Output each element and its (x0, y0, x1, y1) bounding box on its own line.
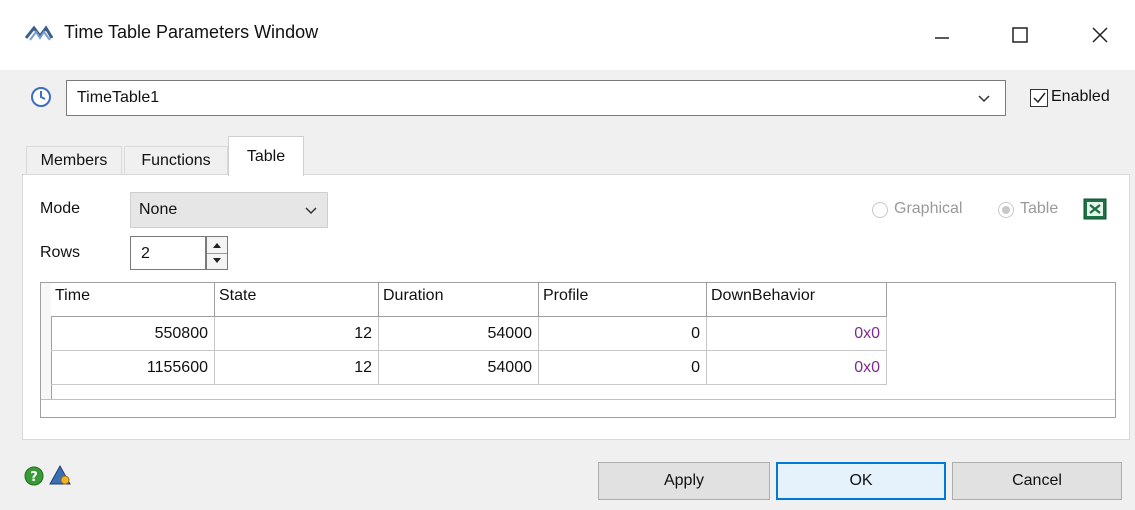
table-cell[interactable]: 0x0 (707, 317, 887, 351)
column-header-profile[interactable]: Profile (539, 283, 707, 317)
column-header-downbehavior[interactable]: DownBehavior (707, 283, 887, 317)
table-cell[interactable]: 12 (215, 317, 379, 351)
clock-icon (31, 87, 51, 107)
mode-select-value: None (139, 201, 178, 218)
graphical-radio-label[interactable]: Graphical (894, 200, 962, 218)
column-header-state[interactable]: State (215, 283, 379, 317)
apply-button[interactable]: Apply (598, 462, 770, 500)
title-bar: Time Table Parameters Window (0, 0, 1135, 70)
tab-members[interactable]: Members (26, 146, 122, 174)
chevron-down-icon (978, 95, 990, 103)
close-button[interactable] (1070, 10, 1130, 60)
triangle-up-icon (213, 243, 221, 248)
radio-selected-dot (1002, 206, 1010, 214)
object-select-value: TimeTable1 (77, 89, 160, 106)
time-table-window: Time Table Parameters Window TimeTable1 … (0, 0, 1135, 510)
stepper-down-button[interactable] (207, 253, 227, 269)
maximize-button[interactable] (990, 10, 1050, 60)
table-cell[interactable]: 0x0 (707, 351, 887, 385)
graphical-radio[interactable] (872, 202, 888, 218)
rows-label: Rows (40, 244, 81, 261)
rows-input-value: 2 (141, 245, 150, 262)
chevron-down-icon (305, 207, 317, 215)
flexsim-logo-icon (24, 25, 54, 41)
triangle-tool-icon[interactable] (48, 464, 72, 486)
minimize-icon (935, 37, 949, 39)
maximize-icon (1012, 27, 1028, 43)
grid-scroll-edge (41, 399, 1115, 400)
table-radio-label[interactable]: Table (1020, 200, 1058, 218)
enabled-checkbox[interactable] (1030, 89, 1048, 107)
table-cell[interactable]: 0 (539, 317, 707, 351)
ok-button[interactable]: OK (776, 462, 946, 500)
table-cell[interactable]: 54000 (379, 317, 539, 351)
stepper-up-button[interactable] (207, 237, 227, 254)
column-header-duration[interactable]: Duration (379, 283, 539, 317)
column-header-time[interactable]: Time (51, 283, 215, 317)
rows-stepper[interactable] (206, 236, 228, 270)
enabled-label[interactable]: Enabled (1051, 88, 1110, 106)
window-title: Time Table Parameters Window (64, 22, 319, 42)
help-icon[interactable]: ? (24, 466, 44, 486)
excel-icon[interactable] (1083, 198, 1107, 220)
cancel-button[interactable]: Cancel (952, 462, 1122, 500)
triangle-down-icon (213, 258, 221, 263)
checkmark-icon (1033, 92, 1046, 104)
rows-input[interactable]: 2 (130, 236, 206, 270)
timetable-grid[interactable]: Time State Duration Profile DownBehavior… (40, 282, 1116, 418)
table-radio[interactable] (998, 202, 1014, 218)
minimize-button[interactable] (912, 10, 972, 60)
table-cell[interactable]: 0 (539, 351, 707, 385)
close-icon (1092, 27, 1108, 43)
table-cell[interactable]: 54000 (379, 351, 539, 385)
tab-functions[interactable]: Functions (124, 146, 228, 174)
table-cell[interactable]: 1155600 (51, 351, 215, 385)
tab-table[interactable]: Table (228, 136, 304, 176)
mode-label: Mode (40, 200, 81, 217)
object-select[interactable]: TimeTable1 (66, 80, 1006, 116)
svg-text:?: ? (30, 470, 38, 485)
table-cell[interactable]: 550800 (51, 317, 215, 351)
table-cell[interactable]: 12 (215, 351, 379, 385)
mode-select[interactable]: None (130, 192, 328, 228)
